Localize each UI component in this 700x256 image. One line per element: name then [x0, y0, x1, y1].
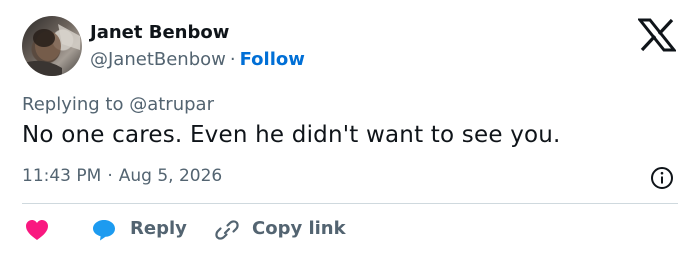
author-avatar[interactable]: [22, 16, 82, 76]
author-handle-row: @JanetBenbow · Follow: [90, 49, 305, 70]
tweet-timestamp[interactable]: 11:43 PM · Aug 5, 2026: [22, 166, 222, 186]
timestamp-separator: ·: [107, 166, 113, 186]
reply-bubble-icon[interactable]: [92, 219, 116, 241]
tweet-text: No one cares. Even he didn't want to see…: [22, 122, 561, 148]
divider: [22, 203, 678, 204]
heart-icon[interactable]: [25, 219, 49, 241]
embedded-tweet-card: Janet Benbow @JanetBenbow · Follow Replyin…: [0, 0, 700, 256]
replying-mention[interactable]: @atrupar: [129, 94, 214, 115]
link-icon[interactable]: [214, 218, 240, 242]
action-bar: Reply Copy link: [0, 214, 700, 244]
author-name[interactable]: Janet Benbow: [90, 22, 229, 43]
tweet-time: 11:43 PM: [22, 166, 102, 186]
replying-prefix: Replying to: [22, 94, 124, 115]
info-icon[interactable]: [650, 166, 674, 190]
tweet-date: Aug 5, 2026: [118, 166, 223, 186]
author-handle[interactable]: @JanetBenbow: [90, 49, 226, 70]
copy-link-button[interactable]: Copy link: [252, 218, 346, 239]
handle-separator: ·: [229, 49, 236, 70]
x-logo-icon[interactable]: [638, 18, 676, 52]
reply-button[interactable]: Reply: [130, 218, 187, 239]
avatar-photo: [22, 24, 80, 76]
replying-to: Replying to @atrupar: [22, 94, 214, 115]
follow-button[interactable]: Follow: [240, 49, 305, 70]
